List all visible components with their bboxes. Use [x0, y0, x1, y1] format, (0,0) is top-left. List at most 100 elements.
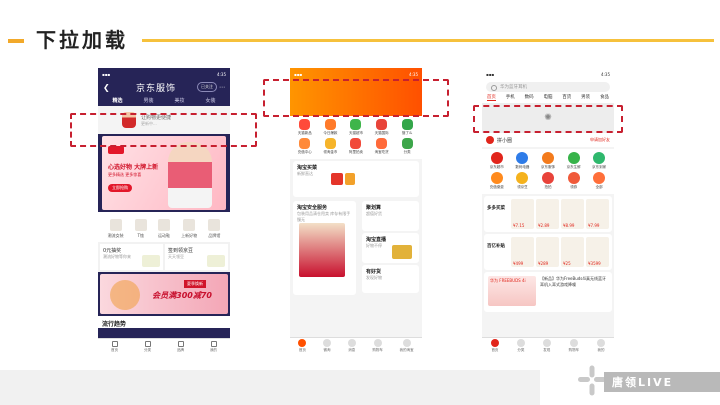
- shortcut-item[interactable]: 天猫新品: [293, 119, 317, 136]
- category-thumb: [134, 219, 147, 231]
- tab-general[interactable]: 百货: [562, 94, 571, 101]
- shortcut-item[interactable]: 今日爆款: [318, 119, 342, 136]
- nav-discover[interactable]: 发现: [542, 339, 551, 353]
- lottery-box[interactable]: 0元抽奖 潮流好物等你来: [100, 244, 163, 270]
- nav-mine[interactable]: 我的: [210, 340, 217, 353]
- add-friend-link[interactable]: 申请加好友: [590, 137, 610, 143]
- hero-banner[interactable]: 心选好物 大牌上新 更多精选 更多惊喜 立即抢购: [102, 136, 226, 210]
- shortcut-item[interactable]: 京东服饰: [536, 152, 560, 170]
- status-bar: ▪▪▪ 4:35: [98, 68, 230, 80]
- grocery-segment[interactable]: 多多买菜 ¥7.15 ¥2.89 ¥8.99 ¥7.99: [484, 196, 612, 232]
- banner-button[interactable]: 立即抢购: [108, 184, 132, 192]
- shortcut-item[interactable]: 领京豆: [510, 172, 534, 190]
- category-item[interactable]: 潮流女装: [108, 219, 124, 239]
- nav-home[interactable]: 首页: [111, 340, 118, 353]
- topup-icon: [299, 138, 311, 149]
- shortcut-item[interactable]: 京东超市: [485, 152, 509, 170]
- shortcut-item[interactable]: 淘宝吃货: [370, 138, 394, 155]
- grocery-card[interactable]: 淘宝买菜 新鲜直达: [293, 161, 419, 197]
- supermarket-icon: [490, 152, 503, 164]
- tab-phones[interactable]: 手机: [506, 94, 515, 101]
- shortcut-item[interactable]: 数码电器: [510, 152, 534, 170]
- ad-product-box: 华为 FREEBUDS 4i: [488, 276, 536, 306]
- tab-menswear[interactable]: 男装: [143, 97, 153, 104]
- shortcut-label: 充值缴费: [489, 185, 504, 189]
- promo-banner[interactable]: 夏季焕新 会员满300减70: [100, 274, 228, 314]
- electronics-icon: [516, 152, 529, 164]
- card-sub: 发现好物: [366, 275, 382, 280]
- tab-beauty[interactable]: 美妆: [174, 97, 184, 104]
- product-thumb: ¥499: [511, 237, 534, 267]
- live-card[interactable]: 淘宝直播 好物不停: [362, 233, 419, 263]
- tab-featured[interactable]: 精选: [112, 97, 122, 104]
- nav-brand[interactable]: 品牌: [177, 340, 184, 353]
- ad-text: 【新品】华为FreeBuds4i真无线蓝牙耳机入耳式游戏降噪: [540, 276, 607, 287]
- good-finds-card[interactable]: 有好货 发现好物: [362, 265, 419, 293]
- nav-label: 发现: [543, 348, 551, 352]
- shortcut-item[interactable]: 拍拍: [536, 172, 560, 190]
- shortcut-item[interactable]: 全部: [587, 172, 611, 190]
- shortcut-item[interactable]: 京东生鲜: [562, 152, 586, 170]
- shortcut-label: 拍拍: [544, 185, 552, 189]
- nav-cart[interactable]: 购物车: [569, 339, 579, 353]
- shortcut-item[interactable]: 阿里拍卖: [344, 138, 368, 155]
- title-accent-dash: [8, 39, 24, 43]
- tab-digital[interactable]: 数码: [525, 94, 534, 101]
- checkin-box[interactable]: 签到领京豆 天天领豆: [165, 244, 228, 270]
- card-title: 淘宝买菜: [297, 165, 318, 171]
- search-input[interactable]: 华为蓝牙耳机: [486, 82, 610, 92]
- runner-image: [110, 280, 140, 310]
- tab-home[interactable]: 首页: [486, 94, 496, 101]
- shortcut-item[interactable]: 天猫超市: [344, 119, 368, 136]
- shortcut-item[interactable]: 饿了么: [395, 119, 419, 136]
- nav-weitao[interactable]: 微淘: [323, 339, 332, 353]
- tab-womenswear[interactable]: 女装: [205, 97, 215, 104]
- product-price: ¥3599: [588, 261, 601, 266]
- category-item[interactable]: 上新好物: [181, 219, 197, 239]
- shortcut-item[interactable]: 领券: [562, 172, 586, 190]
- grid-row: 充值中心 领淘金币 阿里拍卖 淘宝吃货 分类: [292, 138, 420, 155]
- follow-pill[interactable]: 已关注: [197, 82, 217, 92]
- promo-card[interactable]: 淘宝安全服务 包装用品清仓甩卖 库存有限手慢无: [293, 201, 356, 295]
- fresh-icon: [567, 152, 580, 164]
- shortcut-item[interactable]: 领淘金币: [318, 138, 342, 155]
- shortcut-label: 天猫超市: [348, 131, 363, 135]
- shortcut-label: 天猫国际: [374, 131, 389, 135]
- product-ad[interactable]: 华为 FREEBUDS 4i 【新品】华为FreeBuds4i真无线蓝牙耳机入耳…: [484, 272, 612, 312]
- nav-category[interactable]: 分类: [516, 339, 525, 353]
- shortcut-item[interactable]: 分类: [395, 138, 419, 155]
- tab-food[interactable]: 食品: [600, 94, 609, 101]
- more-icon[interactable]: ⋯: [217, 84, 225, 91]
- nav-label: 首页: [491, 348, 499, 352]
- category-icon: [401, 138, 413, 149]
- nav-category[interactable]: 分类: [144, 340, 151, 353]
- category-item[interactable]: 运动鞋: [157, 219, 170, 239]
- nav-messages[interactable]: 消息: [347, 339, 356, 353]
- nav-cart[interactable]: 购物车: [372, 339, 383, 353]
- nav-mine[interactable]: 我的: [597, 339, 605, 353]
- shortcut-item[interactable]: 充值缴费: [485, 172, 509, 190]
- auction-icon: [350, 138, 362, 149]
- tab-computers[interactable]: 电脑: [543, 94, 552, 101]
- nav-home[interactable]: 首页: [298, 339, 307, 353]
- tab-menswear[interactable]: 男装: [581, 94, 590, 101]
- subsidy-segment[interactable]: 百亿补贴 ¥499 ¥289 ¥25 ¥3599: [484, 234, 612, 270]
- fashion-icon: [541, 152, 554, 164]
- product-thumb: [345, 173, 355, 185]
- category-item[interactable]: 品牌馆: [208, 219, 221, 239]
- juhuasuan-card[interactable]: 聚划算 超值好货: [362, 201, 419, 231]
- nav-label: 我的淘宝: [399, 348, 414, 352]
- shortcut-label: 京东超市: [489, 165, 504, 169]
- back-arrow-icon[interactable]: ❮: [103, 83, 115, 92]
- nav-home[interactable]: 首页: [490, 339, 499, 353]
- shortcut-item[interactable]: 京东到家: [587, 152, 611, 170]
- grid-row: 充值缴费 领京豆 拍拍 领券 全部: [484, 172, 612, 190]
- model-image: [168, 142, 212, 208]
- nav-mine[interactable]: 我的淘宝: [400, 339, 414, 353]
- shortcut-item[interactable]: 充值中心: [293, 138, 317, 155]
- banner-tag: [108, 146, 124, 154]
- pull-area-highlight: [70, 113, 257, 147]
- category-item[interactable]: T恤: [134, 219, 147, 239]
- shortcut-label: 领京豆: [517, 185, 528, 189]
- shortcut-item[interactable]: 天猫国际: [370, 119, 394, 136]
